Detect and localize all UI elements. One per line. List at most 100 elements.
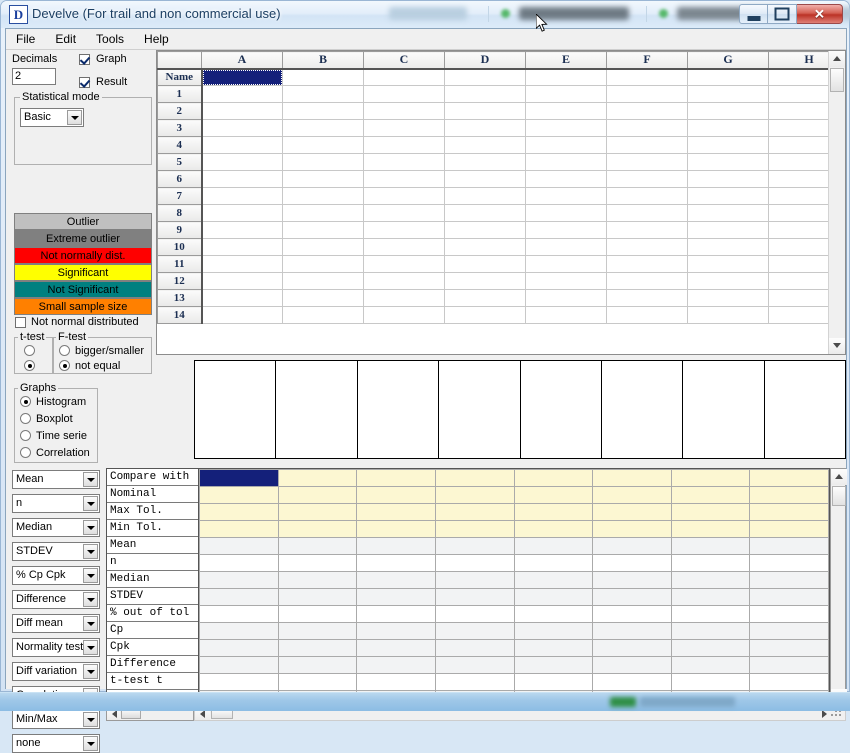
result-cell-r13-c2[interactable] <box>278 674 357 691</box>
chevron-down-icon[interactable] <box>83 592 98 607</box>
sheet-row-header-6[interactable]: 6 <box>158 171 202 188</box>
sheet-cell-B12[interactable] <box>283 273 364 290</box>
result-cell-r4-c5[interactable] <box>514 521 593 538</box>
sheet-cell-E12[interactable] <box>526 273 607 290</box>
result-cell-r10-c7[interactable] <box>671 623 750 640</box>
result-label-row-6[interactable]: n <box>107 554 198 571</box>
sheet-cell-E4[interactable] <box>526 137 607 154</box>
result-cell-r7-c6[interactable] <box>593 572 672 589</box>
sheet-cell-E11[interactable] <box>526 256 607 273</box>
result-label-row-3[interactable]: Max Tol. <box>107 503 198 520</box>
result-cell-r2-c6[interactable] <box>593 487 672 504</box>
result-cell-r6-c1[interactable] <box>200 555 279 572</box>
result-label-column[interactable]: Compare withNominalMax Tol.Min Tol.Meann… <box>106 468 199 706</box>
result-cell-r7-c1[interactable] <box>200 572 279 589</box>
stat-selector-6[interactable]: Difference <box>12 590 100 609</box>
sheet-cell-B7[interactable] <box>283 188 364 205</box>
sheet-cell-selected[interactable] <box>202 69 283 86</box>
result-label-row-10[interactable]: Cp <box>107 622 198 639</box>
result-label-row-9[interactable]: % out of tol <box>107 605 198 622</box>
graphs-radio-histogram[interactable] <box>20 396 31 407</box>
graph-cell-7[interactable] <box>683 361 764 458</box>
sheet-cell-FName[interactable] <box>607 69 688 86</box>
result-cell-r12-c1[interactable] <box>200 657 279 674</box>
sheet-cell-D12[interactable] <box>445 273 526 290</box>
sheet-row-header-1[interactable]: 1 <box>158 86 202 103</box>
sheet-cell-G7[interactable] <box>688 188 769 205</box>
chevron-down-icon[interactable] <box>67 110 82 125</box>
sheet-cell-D13[interactable] <box>445 290 526 307</box>
result-label-row-11[interactable]: Cpk <box>107 639 198 656</box>
sheet-cell-D8[interactable] <box>445 205 526 222</box>
graphs-radio-correlation[interactable] <box>20 447 31 458</box>
result-cell-r8-c6[interactable] <box>593 589 672 606</box>
sheet-cell-A7[interactable] <box>202 188 283 205</box>
sheet-cell-C6[interactable] <box>364 171 445 188</box>
stat-selector-9[interactable]: Diff variation <box>12 662 100 681</box>
result-cell-r5-c6[interactable] <box>593 538 672 555</box>
sheet-cell-C8[interactable] <box>364 205 445 222</box>
sheet-cell-A12[interactable] <box>202 273 283 290</box>
stat-selector-3[interactable]: Median <box>12 518 100 537</box>
sheet-cell-B6[interactable] <box>283 171 364 188</box>
result-cell-r3-c2[interactable] <box>278 504 357 521</box>
result-cell-r1-c6[interactable] <box>593 470 672 487</box>
sheet-cell-E10[interactable] <box>526 239 607 256</box>
result-label-row-4[interactable]: Min Tol. <box>107 520 198 537</box>
sheet-row-header-10[interactable]: 10 <box>158 239 202 256</box>
result-cell-r1-c8[interactable] <box>750 470 829 487</box>
sheet-cell-E6[interactable] <box>526 171 607 188</box>
sheet-cell-D1[interactable] <box>445 86 526 103</box>
sheet-cell-B11[interactable] <box>283 256 364 273</box>
result-cell-r4-c1[interactable] <box>200 521 279 538</box>
result-cell-r2-c7[interactable] <box>671 487 750 504</box>
sheet-row-header-12[interactable]: 12 <box>158 273 202 290</box>
sheet-cell-C5[interactable] <box>364 154 445 171</box>
sheet-row-header-14[interactable]: 14 <box>158 307 202 324</box>
stat-selector-5[interactable]: % Cp Cpk <box>12 566 100 585</box>
result-cell-r4-c7[interactable] <box>671 521 750 538</box>
sheet-cell-D5[interactable] <box>445 154 526 171</box>
sheet-cell-D11[interactable] <box>445 256 526 273</box>
sheet-row-header-5[interactable]: 5 <box>158 154 202 171</box>
result-cell-r11-c3[interactable] <box>357 640 436 657</box>
result-cell-r8-c5[interactable] <box>514 589 593 606</box>
sheet-cell-F14[interactable] <box>607 307 688 324</box>
sheet-cell-C11[interactable] <box>364 256 445 273</box>
result-cell-r7-c7[interactable] <box>671 572 750 589</box>
stat-selector-11[interactable]: Min/Max <box>12 710 100 729</box>
close-button[interactable]: ✕ <box>797 4 843 24</box>
result-cell-r2-c2[interactable] <box>278 487 357 504</box>
maximize-button[interactable] <box>768 4 797 24</box>
sheet-cell-G11[interactable] <box>688 256 769 273</box>
result-cell-r12-c5[interactable] <box>514 657 593 674</box>
ftest-radio-not-equal[interactable] <box>59 360 70 371</box>
graph-cell-1[interactable] <box>195 361 276 458</box>
result-label-row-12[interactable]: Difference <box>107 656 198 673</box>
result-cell-r6-c8[interactable] <box>750 555 829 572</box>
result-label-row-1[interactable]: Compare with <box>107 469 198 486</box>
sheet-cell-E5[interactable] <box>526 154 607 171</box>
sheet-cell-G4[interactable] <box>688 137 769 154</box>
sheet-scroll-thumb[interactable] <box>830 68 844 92</box>
sheet-cell-F6[interactable] <box>607 171 688 188</box>
result-cell-r4-c4[interactable] <box>435 521 514 538</box>
sheet-cell-A3[interactable] <box>202 120 283 137</box>
result-cell-r13-c8[interactable] <box>750 674 829 691</box>
result-label-row-13[interactable]: t-test t <box>107 673 198 690</box>
chevron-down-icon[interactable] <box>83 568 98 583</box>
statistical-mode-select[interactable]: Basic <box>20 108 84 127</box>
result-cell-r6-c4[interactable] <box>435 555 514 572</box>
result-cell-r2-c5[interactable] <box>514 487 593 504</box>
sheet-cell-F11[interactable] <box>607 256 688 273</box>
result-cell-r8-c4[interactable] <box>435 589 514 606</box>
result-cell-r11-c7[interactable] <box>671 640 750 657</box>
sheet-row-header-13[interactable]: 13 <box>158 290 202 307</box>
sheet-cell-G10[interactable] <box>688 239 769 256</box>
menu-item-file[interactable]: File <box>6 29 45 48</box>
graph-panel[interactable] <box>194 360 846 459</box>
sheet-cell-C14[interactable] <box>364 307 445 324</box>
sheet-cell-C9[interactable] <box>364 222 445 239</box>
chevron-down-icon[interactable] <box>83 664 98 679</box>
result-cell-r7-c5[interactable] <box>514 572 593 589</box>
